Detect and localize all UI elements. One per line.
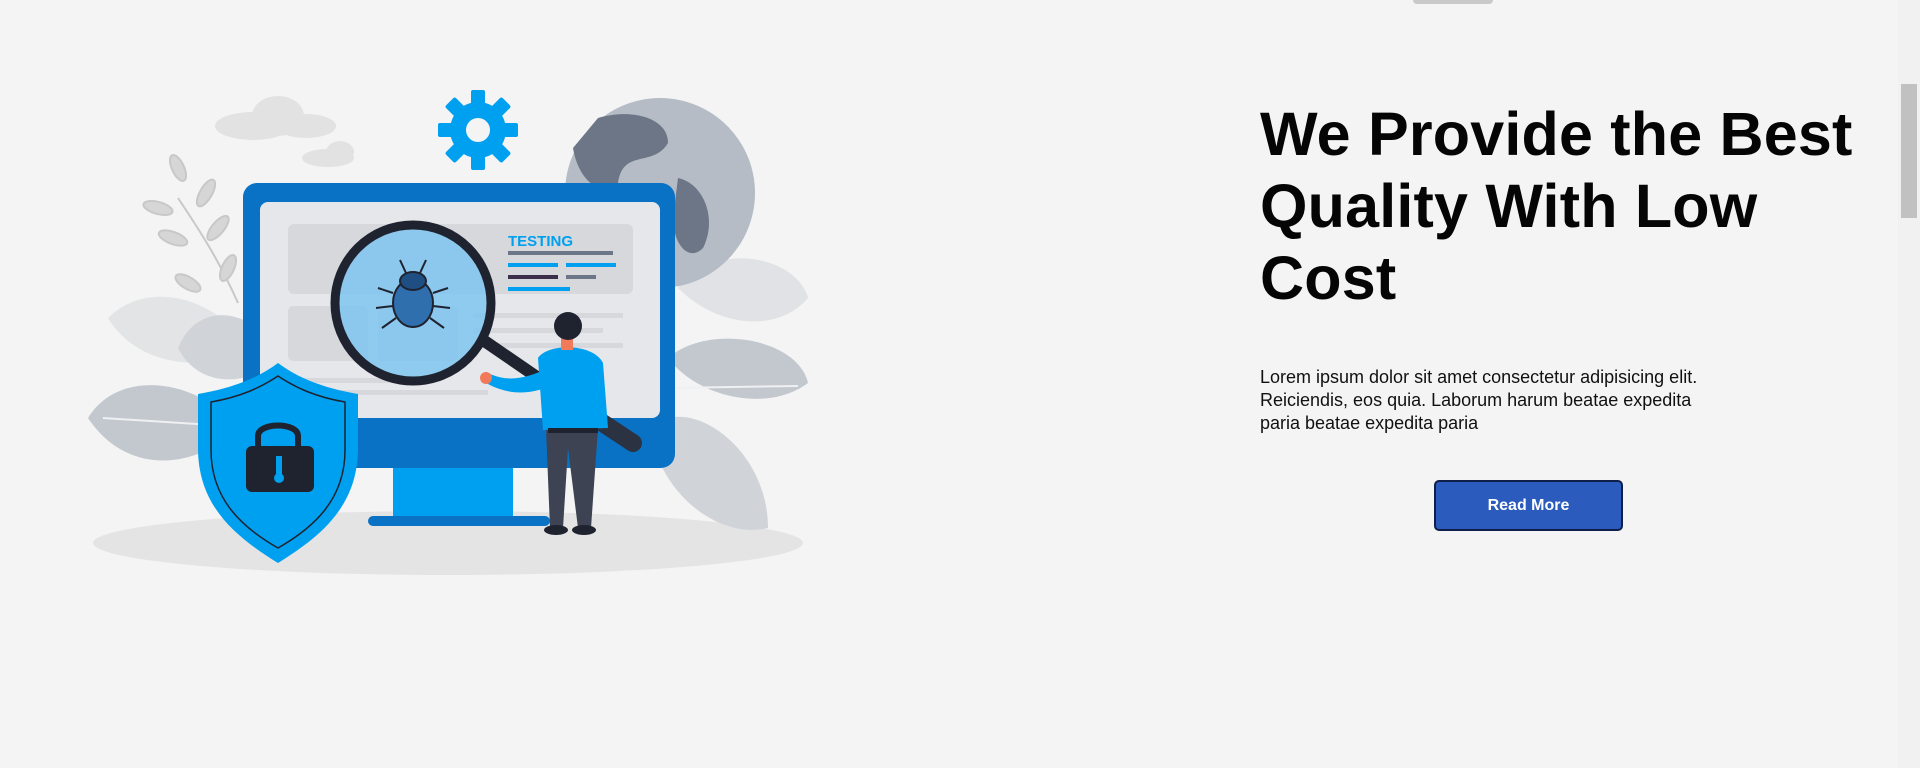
gear-icon <box>438 90 518 170</box>
hero-description-line: Reiciendis, eos quia. Laborum harum beat… <box>1260 390 1692 410</box>
hero-title-line: We Provide the Best <box>1260 100 1853 168</box>
hero-description-line: paria beatae expedita paria <box>1260 413 1479 433</box>
read-more-button[interactable]: Read More <box>1434 480 1623 531</box>
plant-sprig <box>142 154 239 304</box>
scrollbar-thumb[interactable] <box>1901 84 1917 218</box>
hero-title-line: Quality With Low <box>1260 172 1758 240</box>
security-testing-illustration: TESTING <box>88 90 808 575</box>
page: TESTING We Provide the Best Quality With… <box>0 0 1920 768</box>
cloud-icon <box>215 96 354 167</box>
previous-section-edge <box>1413 0 1493 4</box>
screen-label: TESTING <box>508 233 573 250</box>
hero-title-line: Cost <box>1260 244 1397 312</box>
hero-title: We Provide the Best Quality With Low Cos… <box>1260 98 1880 314</box>
hero-text: We Provide the Best Quality With Low Cos… <box>1260 98 1880 435</box>
hero-description: Lorem ipsum dolor sit amet consectetur a… <box>1260 366 1800 435</box>
vertical-scrollbar[interactable] <box>1898 0 1920 768</box>
hero-description-line: Lorem ipsum dolor sit amet consectetur a… <box>1260 367 1698 387</box>
